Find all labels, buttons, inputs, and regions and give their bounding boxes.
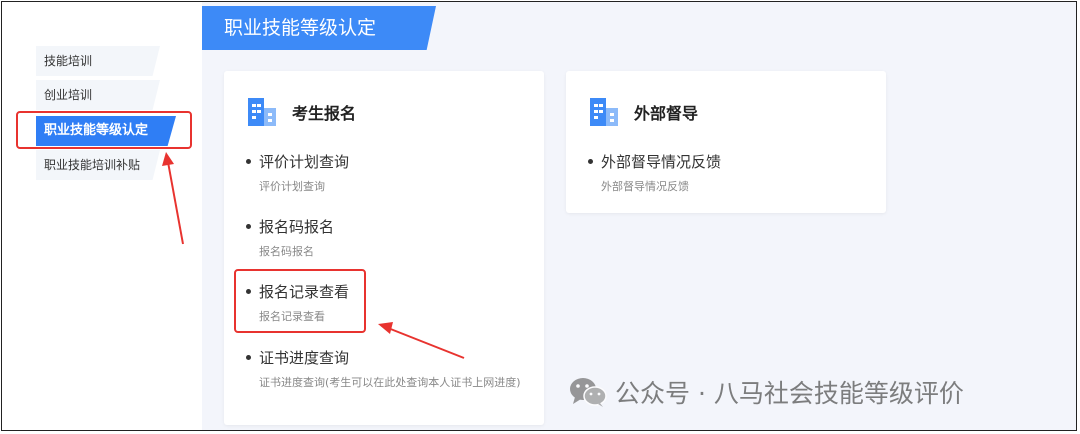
sidebar-item-training-subsidy[interactable]: 职业技能培训补贴 (36, 150, 160, 180)
watermark-text: 公众号 · 八马社会技能等级评价 (615, 379, 964, 408)
building-icon (248, 98, 276, 126)
card-title: 外部督导 (634, 104, 699, 123)
card-header: 考生报名 (246, 95, 356, 129)
watermark: 公众号 · 八马社会技能等级评价 (569, 374, 964, 410)
entry-title: 证书进度查询 (259, 349, 350, 367)
card-header: 外部督导 (588, 95, 698, 129)
main-content: 职业技能等级认定 考生报名 评价计划查询 评价计划查询 报名码报名 报名码报名 … (202, 2, 1076, 430)
entry-title: 报名码报名 (259, 218, 335, 236)
bullet (246, 224, 251, 229)
entry-desc: 评价计划查询 (259, 180, 325, 193)
bullet (588, 159, 593, 164)
card-external-supervision: 外部督导 外部督导情况反馈 外部督导情况反馈 (566, 71, 886, 213)
annotation-box-sidebar (16, 111, 192, 149)
sidebar: 技能培训 创业培训 职业技能等级认定 职业技能培训补贴 (2, 2, 202, 430)
entry-desc: 外部督导情况反馈 (601, 180, 689, 193)
bullet (246, 159, 251, 164)
sidebar-item-skill-training[interactable]: 技能培训 (36, 46, 160, 76)
building-icon (590, 98, 618, 126)
entry-desc: 证书进度查询(考生可以在此处查询本人证书上网进度) (259, 376, 521, 389)
annotation-box-records (234, 269, 366, 333)
wechat-icon (570, 378, 607, 407)
sidebar-item-entrepreneurship-training[interactable]: 创业培训 (36, 80, 160, 110)
link-supervision-feedback[interactable]: 外部督导情况反馈 外部督导情况反馈 (588, 151, 721, 195)
card-title: 考生报名 (292, 104, 357, 123)
page-title: 职业技能等级认定 (202, 6, 436, 50)
link-code-registration[interactable]: 报名码报名 报名码报名 (246, 216, 334, 260)
entry-desc: 报名码报名 (259, 245, 314, 258)
bullet (246, 355, 251, 360)
card-candidate-registration: 考生报名 评价计划查询 评价计划查询 报名码报名 报名码报名 报名记录查看 报名… (224, 71, 544, 425)
entry-title: 评价计划查询 (259, 153, 350, 171)
link-evaluation-plan-query[interactable]: 评价计划查询 评价计划查询 (246, 151, 349, 195)
entry-title: 外部督导情况反馈 (601, 153, 722, 171)
link-certificate-progress[interactable]: 证书进度查询 证书进度查询(考生可以在此处查询本人证书上网进度) (246, 347, 526, 391)
app-frame: 技能培训 创业培训 职业技能等级认定 职业技能培训补贴 职业技能等级认定 考生报… (1, 1, 1077, 431)
